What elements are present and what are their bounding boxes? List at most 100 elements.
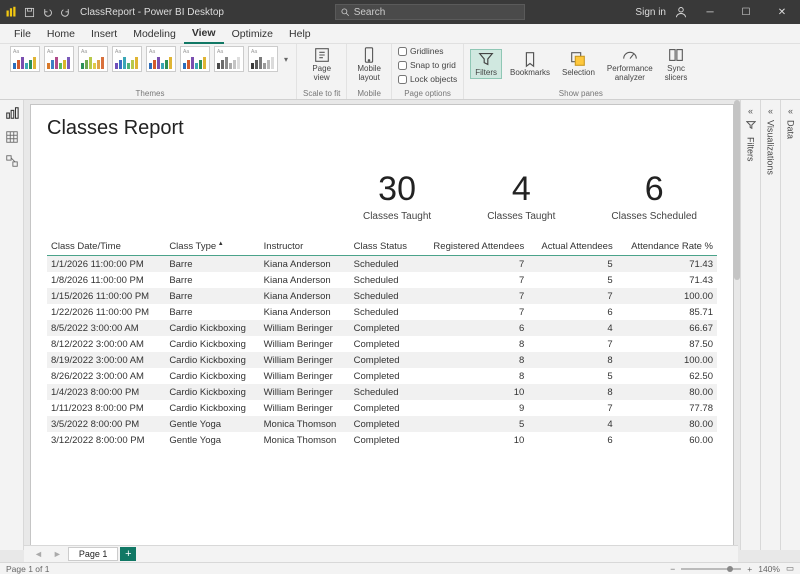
- table-cell: Monica Thomson: [260, 432, 350, 448]
- table-cell: 100.00: [617, 352, 717, 368]
- canvas-scrollbar[interactable]: [731, 100, 741, 370]
- table-cell: Cardio Kickboxing: [165, 368, 259, 384]
- performance-analyzer-button[interactable]: Performance analyzer: [603, 46, 657, 83]
- selection-pane-button[interactable]: Selection: [558, 50, 599, 78]
- table-cell: Barre: [165, 304, 259, 320]
- table-row[interactable]: 1/15/2026 11:00:00 PMBarreKiana Anderson…: [47, 288, 717, 304]
- kpi-card: 6Classes Scheduled: [611, 170, 697, 222]
- themes-more-icon[interactable]: ▾: [282, 55, 290, 64]
- model-view-icon[interactable]: [5, 154, 19, 168]
- table-cell: 8/12/2022 3:00:00 AM: [47, 336, 165, 352]
- table-header[interactable]: Class Status: [350, 238, 418, 256]
- gauge-icon: [621, 46, 639, 64]
- mobile-icon: [360, 46, 378, 64]
- signin-link[interactable]: Sign in: [635, 7, 666, 18]
- report-view-icon[interactable]: [5, 106, 19, 120]
- chevron-left-icon: «: [768, 106, 773, 116]
- table-header[interactable]: Actual Attendees: [528, 238, 616, 256]
- table-row[interactable]: 8/26/2022 3:00:00 AMCardio KickboxingWil…: [47, 368, 717, 384]
- fit-to-page-icon[interactable]: ▭: [786, 563, 794, 574]
- save-icon[interactable]: [22, 5, 36, 19]
- next-page-icon[interactable]: ►: [49, 549, 66, 559]
- table-row[interactable]: 1/1/2026 11:00:00 PMBarreKiana AndersonS…: [47, 256, 717, 273]
- report-canvas[interactable]: Classes Report 30Classes Taught4Classes …: [30, 104, 734, 546]
- table-row[interactable]: 1/22/2026 11:00:00 PMBarreKiana Anderson…: [47, 304, 717, 320]
- theme-thumbnail[interactable]: Aa: [78, 46, 108, 72]
- theme-thumbnail[interactable]: Aa: [248, 46, 278, 72]
- snap-to-grid-checkbox[interactable]: Snap to grid: [398, 60, 456, 70]
- undo-icon[interactable]: [40, 5, 54, 19]
- prev-page-icon[interactable]: ◄: [30, 549, 47, 559]
- theme-thumbnail[interactable]: Aa: [214, 46, 244, 72]
- table-cell: 1/8/2026 11:00:00 PM: [47, 272, 165, 288]
- menu-tab-help[interactable]: Help: [281, 24, 319, 44]
- table-cell: Monica Thomson: [260, 416, 350, 432]
- close-button[interactable]: ✕: [768, 0, 796, 24]
- filters-pane-collapsed[interactable]: « Filters: [740, 100, 760, 550]
- menu-tab-insert[interactable]: Insert: [83, 24, 125, 44]
- theme-thumbnail[interactable]: Aa: [146, 46, 176, 72]
- table-cell: 7: [418, 272, 528, 288]
- ribbon-group-page-options: Page options: [404, 89, 451, 98]
- mobile-layout-button[interactable]: Mobile layout: [353, 46, 385, 83]
- report-table[interactable]: Class Date/TimeClass Type ▲InstructorCla…: [47, 238, 717, 448]
- theme-thumbnail[interactable]: Aa: [180, 46, 210, 72]
- zoom-slider[interactable]: [681, 568, 741, 570]
- theme-thumbnail[interactable]: Aa: [112, 46, 142, 72]
- bookmarks-pane-button[interactable]: Bookmarks: [506, 50, 554, 78]
- menu-tab-home[interactable]: Home: [39, 24, 83, 44]
- table-cell: Gentle Yoga: [165, 416, 259, 432]
- table-row[interactable]: 8/12/2022 3:00:00 AMCardio KickboxingWil…: [47, 336, 717, 352]
- table-row[interactable]: 3/12/2022 8:00:00 PMGentle YogaMonica Th…: [47, 432, 717, 448]
- theme-thumbnail[interactable]: Aa: [10, 46, 40, 72]
- table-cell: William Beringer: [260, 336, 350, 352]
- table-header[interactable]: Attendance Rate %: [617, 238, 717, 256]
- table-row[interactable]: 1/11/2023 8:00:00 PMCardio KickboxingWil…: [47, 400, 717, 416]
- table-row[interactable]: 1/4/2023 8:00:00 PMCardio KickboxingWill…: [47, 384, 717, 400]
- table-cell: 66.67: [617, 320, 717, 336]
- table-cell: 3/12/2022 8:00:00 PM: [47, 432, 165, 448]
- table-row[interactable]: 8/19/2022 3:00:00 AMCardio KickboxingWil…: [47, 352, 717, 368]
- zoom-out-icon[interactable]: −: [670, 564, 675, 574]
- visualizations-pane-collapsed[interactable]: « Visualizations: [760, 100, 780, 550]
- table-cell: 85.71: [617, 304, 717, 320]
- search-input[interactable]: Search: [335, 4, 525, 20]
- table-cell: Completed: [350, 416, 418, 432]
- zoom-in-icon[interactable]: +: [747, 564, 752, 574]
- table-cell: 7: [418, 304, 528, 320]
- table-row[interactable]: 8/5/2022 3:00:00 AMCardio KickboxingWill…: [47, 320, 717, 336]
- table-header[interactable]: Class Type ▲: [165, 238, 259, 256]
- sync-slicers-button[interactable]: Sync slicers: [661, 46, 692, 83]
- table-cell: 8: [418, 352, 528, 368]
- table-cell: Scheduled: [350, 256, 418, 273]
- table-header[interactable]: Class Date/Time: [47, 238, 165, 256]
- table-row[interactable]: 3/5/2022 8:00:00 PMGentle YogaMonica Tho…: [47, 416, 717, 432]
- table-cell: 10: [418, 384, 528, 400]
- data-pane-collapsed[interactable]: « Data: [780, 100, 800, 550]
- gridlines-checkbox[interactable]: Gridlines: [398, 46, 444, 56]
- status-bar: Page 1 of 1 − + 140% ▭: [0, 562, 800, 574]
- table-cell: 5: [528, 256, 616, 273]
- user-icon[interactable]: [674, 5, 688, 19]
- table-cell: 7: [418, 256, 528, 273]
- page-view-button[interactable]: Page view: [308, 46, 335, 83]
- page-tab[interactable]: Page 1: [68, 547, 119, 561]
- data-view-icon[interactable]: [5, 130, 19, 144]
- add-page-button[interactable]: +: [120, 547, 136, 561]
- table-cell: Completed: [350, 336, 418, 352]
- filters-pane-button[interactable]: Filters: [470, 49, 502, 79]
- table-header[interactable]: Registered Attendees: [418, 238, 528, 256]
- table-row[interactable]: 1/8/2026 11:00:00 PMBarreKiana AndersonS…: [47, 272, 717, 288]
- main-area: Classes Report 30Classes Taught4Classes …: [0, 100, 800, 550]
- menu-tab-view[interactable]: View: [184, 24, 224, 44]
- maximize-button[interactable]: ☐: [732, 0, 760, 24]
- table-cell: 8/5/2022 3:00:00 AM: [47, 320, 165, 336]
- minimize-button[interactable]: ─: [696, 0, 724, 24]
- menu-tab-modeling[interactable]: Modeling: [125, 24, 184, 44]
- theme-thumbnail[interactable]: Aa: [44, 46, 74, 72]
- lock-objects-checkbox[interactable]: Lock objects: [398, 74, 457, 84]
- table-header[interactable]: Instructor: [260, 238, 350, 256]
- menu-tab-optimize[interactable]: Optimize: [224, 24, 281, 44]
- menu-tab-file[interactable]: File: [6, 24, 39, 44]
- redo-icon[interactable]: [58, 5, 72, 19]
